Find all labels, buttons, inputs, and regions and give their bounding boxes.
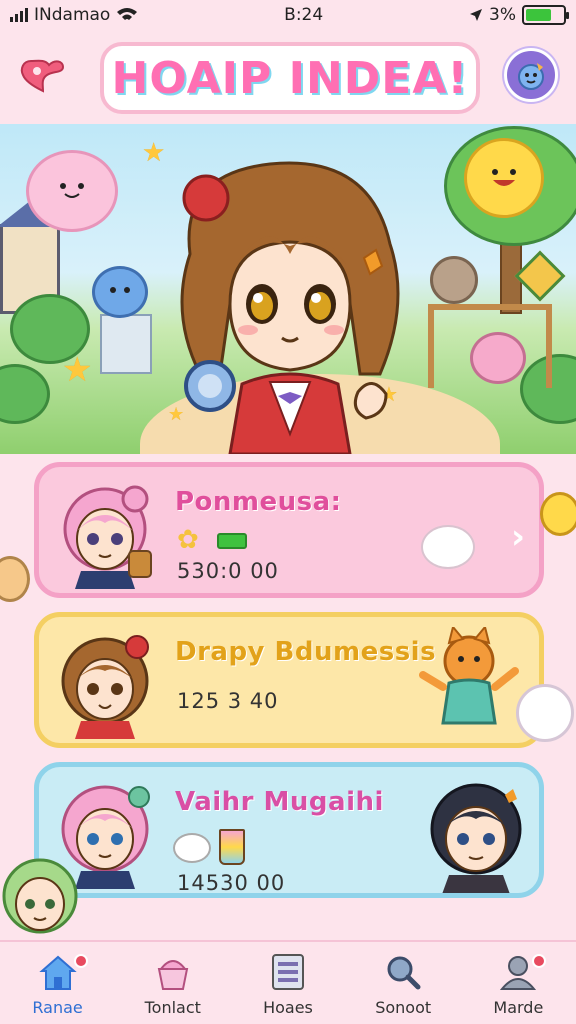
character-card[interactable]: Vaihr Mugaihi 14530 00 — [34, 762, 544, 898]
yellow-pet-decoration — [540, 492, 576, 536]
tab-label: Sonoot — [375, 998, 432, 1017]
bottom-tab-bar: Ranae Tonlact Hoaes Sonoot Marde — [0, 940, 576, 1024]
character-portrait — [63, 485, 152, 589]
character-card[interactable]: Drapy Bdumessis 125 3 40 — [34, 612, 544, 748]
hero-scene: ★ ★ ★ ★ — [0, 124, 576, 454]
green-hair-character — [2, 858, 78, 934]
cupcake-icon — [157, 960, 189, 990]
character-score: 14530 00 — [177, 871, 286, 895]
pet-decoration — [0, 556, 30, 602]
orange-cat-pet — [419, 627, 519, 725]
tab-home[interactable]: Ranae — [8, 952, 108, 1017]
cloud-pet-icon — [173, 833, 211, 863]
location-arrow-icon — [470, 9, 483, 21]
chevron-right-icon[interactable]: › — [511, 517, 525, 557]
notification-badge — [532, 954, 547, 968]
sun-face-pet — [464, 138, 544, 218]
wifi-icon — [117, 8, 138, 20]
bush-illustration — [0, 364, 50, 424]
status-bar: INdamao B:24 3% — [0, 0, 576, 30]
home-icon — [38, 955, 77, 990]
app-header: HOAIP INDEA! — [0, 30, 576, 124]
app-title: HOAIP INDEA! — [100, 42, 480, 114]
dark-hair-character — [430, 783, 522, 893]
gray-cat-pet — [430, 256, 478, 304]
character-name: Vaihr Mugaihi — [175, 787, 384, 817]
avatar-pet-icon — [518, 63, 544, 90]
tab-label: Hoaes — [263, 998, 313, 1017]
back-button[interactable] — [16, 56, 68, 96]
character-score: 530:0 00 — [177, 559, 279, 583]
tab-label: Marde — [493, 998, 544, 1017]
battery-percent: 3% — [489, 5, 516, 25]
tab-label: Ranae — [32, 998, 83, 1017]
character-name: Ponmeusa: — [175, 487, 342, 517]
clock: B:24 — [284, 5, 324, 25]
character-portrait — [61, 635, 149, 739]
drink-cup-icon — [219, 829, 245, 865]
main-character-illustration — [180, 161, 400, 454]
character-name: Drapy Bdumessis — [175, 637, 437, 667]
white-ghost-decoration — [516, 684, 574, 742]
diamond-sign — [514, 250, 566, 302]
blue-cat-pet — [92, 266, 148, 318]
battery-fill — [526, 9, 552, 21]
back-heart-icon — [20, 59, 65, 93]
tab-label: Tonlact — [144, 998, 201, 1017]
tab-hoaes[interactable]: Hoaes — [238, 952, 338, 1017]
tab-contact[interactable]: Tonlact — [123, 952, 223, 1017]
character-score: 125 3 40 — [177, 689, 279, 713]
notification-badge — [73, 954, 88, 968]
signal-bars-icon — [10, 8, 28, 22]
pink-cloud-pet — [26, 150, 118, 232]
tab-search[interactable]: Sonoot — [353, 952, 453, 1017]
energy-meter — [217, 533, 247, 549]
carrier-label: INdamao — [34, 5, 111, 25]
character-card[interactable]: Ponmeusa: ✿ 530:0 00 › — [34, 462, 544, 598]
tab-profile[interactable]: Marde — [468, 952, 568, 1017]
list-icon — [271, 954, 304, 990]
status-left: INdamao — [10, 5, 138, 25]
flower-icon: ✿ — [177, 525, 199, 555]
speech-bubble-pet — [421, 525, 475, 569]
battery-icon — [522, 5, 569, 25]
star-decoration: ★ — [62, 350, 93, 390]
search-icon — [387, 956, 421, 990]
pink-cat-pet — [470, 332, 526, 384]
profile-button[interactable] — [504, 48, 558, 102]
status-right: 3% — [469, 5, 569, 25]
building-illustration — [100, 314, 152, 374]
